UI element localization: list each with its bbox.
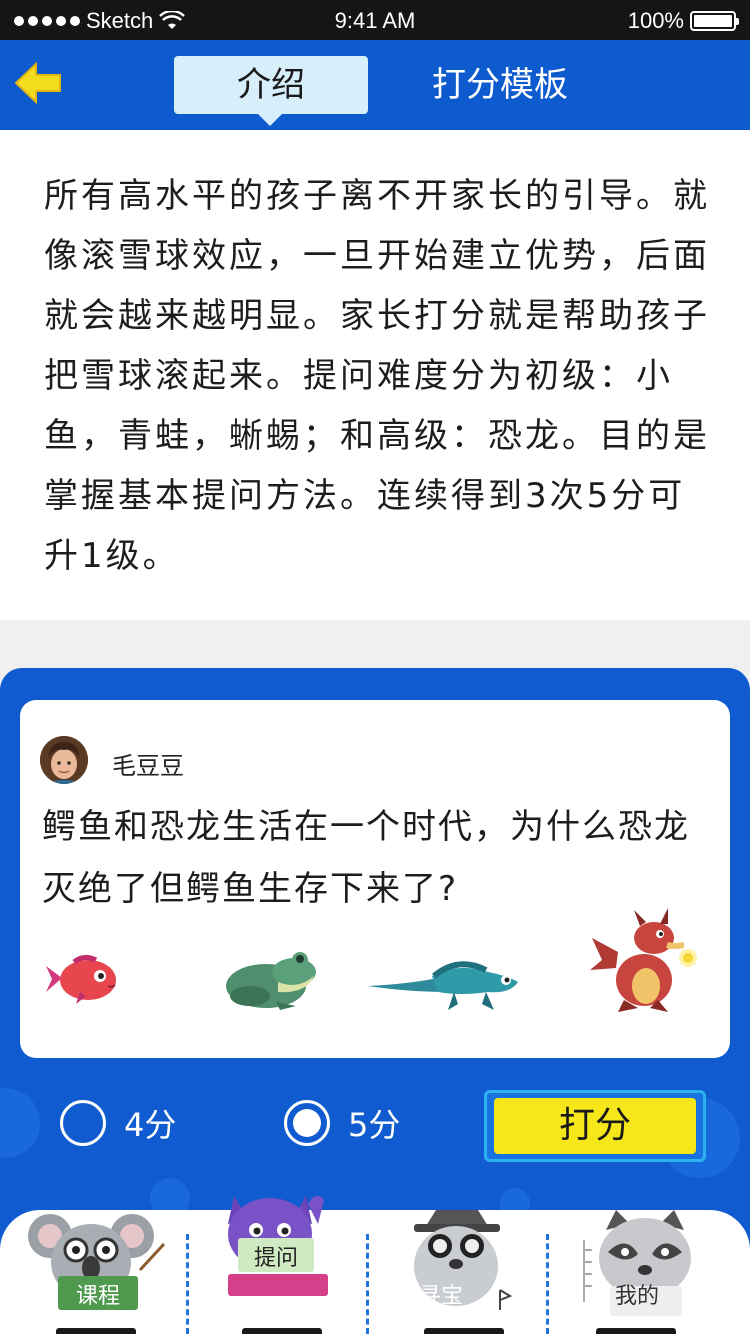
tab-course[interactable]: 课程: [18, 1210, 168, 1334]
tab-treasure[interactable]: 寻宝: [386, 1210, 536, 1334]
intro-section: 所有高水平的孩子离不开家长的引导。就像滚雪球效应，一旦开始建立优势，后面就会越来…: [0, 130, 750, 620]
submit-score-label: 打分: [494, 1098, 696, 1154]
tab-course-label: 课程: [75, 1284, 120, 1309]
avatar: [40, 736, 88, 784]
top-nav: 介绍 打分模板: [0, 40, 750, 130]
tab-indicator: [56, 1328, 136, 1334]
question-text: 鳄鱼和恐龙生活在一个时代，为什么恐龙灭绝了但鳄鱼生存下来了?: [42, 807, 690, 909]
radio-circle-selected: [284, 1100, 330, 1146]
radio-4-points[interactable]: 4分: [60, 1100, 176, 1146]
tab-ask[interactable]: 提问: [206, 1195, 356, 1334]
tab-indicator: [424, 1328, 504, 1334]
tab-ask-label: 提问: [253, 1246, 298, 1271]
arrow-left-icon: [14, 61, 61, 105]
tab-indicator: [242, 1328, 322, 1334]
tab-indicator: [596, 1328, 676, 1334]
radio-5-points[interactable]: 5分: [284, 1100, 400, 1146]
back-button[interactable]: [14, 60, 64, 106]
fish-icon: [46, 954, 116, 1004]
question-card: 毛豆豆 鳄鱼和恐龙生活在一个时代，为什么恐龙灭绝了但鳄鱼生存下来了?: [20, 700, 730, 1058]
intro-text: 所有高水平的孩子离不开家长的引导。就像滚雪球效应，一旦开始建立优势，后面就会越来…: [44, 176, 710, 576]
radio-label: 5分: [348, 1106, 401, 1144]
divider: [186, 1234, 190, 1334]
tab-bar: 课程 提问 寻宝 我的: [0, 1195, 750, 1334]
tab-mine-label: 我的: [614, 1284, 659, 1309]
status-bar: Sketch 9:41 AM 100%: [0, 0, 750, 40]
battery-group: 100%: [627, 8, 739, 34]
book: [228, 1274, 328, 1296]
battery-icon: [690, 11, 739, 31]
username: 毛豆豆: [112, 752, 184, 780]
tab-treasure-label: 寻宝: [418, 1284, 463, 1309]
divider: [546, 1234, 550, 1334]
tab-mine[interactable]: 我的: [572, 1210, 722, 1334]
frog-icon: [226, 952, 316, 1010]
dragon-icon: [590, 908, 697, 1012]
submit-score-button[interactable]: 打分: [484, 1090, 706, 1162]
radio-circle: [60, 1100, 106, 1146]
radio-label: 4分: [124, 1106, 177, 1144]
tab-intro[interactable]: 介绍: [174, 56, 368, 126]
battery-percent: 100%: [627, 8, 684, 33]
tab-template[interactable]: 打分模板: [410, 56, 590, 114]
lizard-icon: [368, 961, 518, 1010]
